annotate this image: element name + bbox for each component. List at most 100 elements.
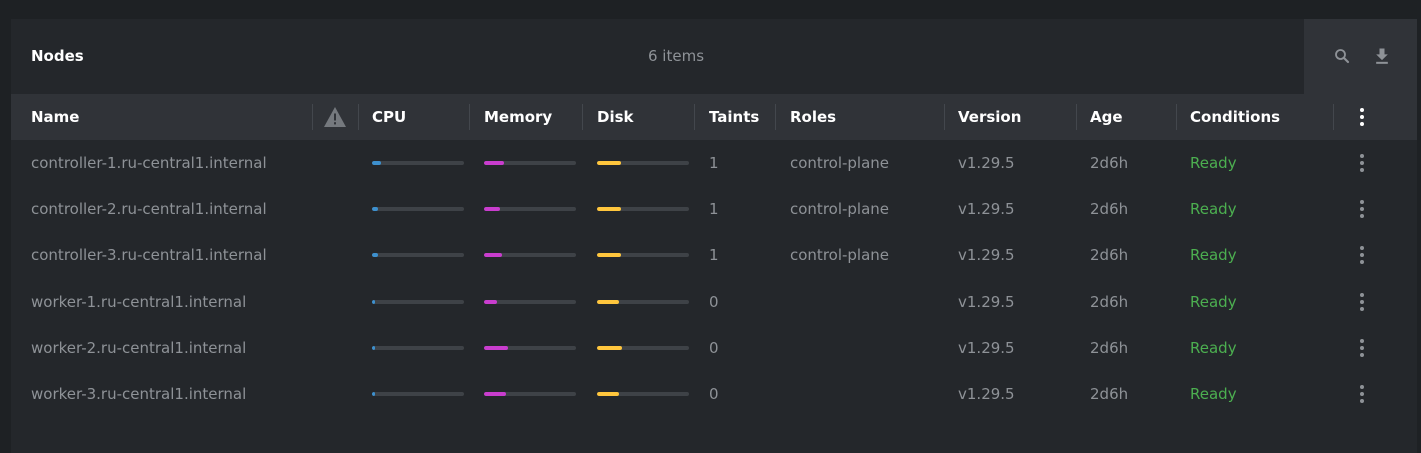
cpu-usage-bar (372, 392, 464, 396)
memory-usage-fill (484, 207, 500, 211)
cpu-usage-fill (372, 300, 375, 304)
condition-status: Ready (1190, 339, 1237, 357)
column-header-warnings[interactable] (323, 94, 347, 140)
column-divider (1076, 104, 1077, 130)
node-age: 2d6h (1090, 293, 1129, 311)
table-row[interactable]: controller-3.ru-central1.internal 1 contro… (11, 232, 1417, 278)
taints-count: 1 (709, 200, 719, 218)
disk-usage-bar (597, 346, 689, 350)
kebab-menu-icon (1360, 246, 1364, 264)
node-version: v1.29.5 (958, 385, 1015, 403)
column-header-disk[interactable]: Disk (597, 94, 634, 140)
table-row[interactable]: controller-1.ru-central1.internal 1 contro… (11, 140, 1417, 186)
column-header-roles[interactable]: Roles (790, 94, 836, 140)
table-row[interactable]: controller-2.ru-central1.internal 1 contro… (11, 186, 1417, 232)
kebab-menu-icon (1360, 385, 1364, 403)
row-menu-button[interactable] (1352, 338, 1372, 358)
download-button[interactable] (1369, 43, 1395, 69)
node-name[interactable]: worker-3.ru-central1.internal (31, 371, 246, 417)
warning-icon (324, 107, 346, 127)
column-divider (1176, 104, 1177, 130)
cpu-usage-fill (372, 161, 382, 165)
memory-usage-fill (484, 161, 505, 165)
node-version: v1.29.5 (958, 339, 1015, 357)
disk-usage-fill (597, 392, 620, 396)
memory-usage-bar (484, 346, 576, 350)
column-header-memory[interactable]: Memory (484, 94, 552, 140)
column-divider (582, 104, 583, 130)
row-menu-button[interactable] (1352, 292, 1372, 312)
node-roles: control-plane (790, 200, 890, 218)
node-age: 2d6h (1090, 154, 1129, 172)
table-row[interactable]: worker-1.ru-central1.internal 0 v1.29.5 2d6… (11, 279, 1417, 325)
node-age: 2d6h (1090, 385, 1129, 403)
condition-status: Ready (1190, 200, 1237, 218)
node-age: 2d6h (1090, 339, 1129, 357)
kebab-menu-icon (1360, 293, 1364, 311)
disk-usage-bar (597, 300, 689, 304)
column-header-conditions[interactable]: Conditions (1190, 94, 1280, 140)
condition-status: Ready (1190, 246, 1237, 264)
column-divider (944, 104, 945, 130)
memory-usage-bar (484, 300, 576, 304)
download-icon (1376, 48, 1388, 64)
taints-count: 0 (709, 293, 719, 311)
cpu-usage-fill (372, 253, 378, 257)
toolbar (1304, 19, 1417, 94)
column-header-version[interactable]: Version (958, 94, 1021, 140)
kebab-menu-icon (1360, 339, 1364, 357)
node-name[interactable]: controller-3.ru-central1.internal (31, 232, 267, 278)
search-button[interactable] (1329, 43, 1355, 69)
column-divider (358, 104, 359, 130)
cpu-usage-fill (372, 207, 379, 211)
node-roles: control-plane (790, 246, 890, 264)
node-name[interactable]: worker-2.ru-central1.internal (31, 325, 246, 371)
condition-status: Ready (1190, 293, 1237, 311)
column-divider (312, 104, 313, 130)
cpu-usage-fill (372, 392, 375, 396)
kebab-menu-icon (1360, 108, 1364, 126)
node-version: v1.29.5 (958, 246, 1015, 264)
taints-count: 0 (709, 385, 719, 403)
condition-status: Ready (1190, 385, 1237, 403)
columns-menu-button[interactable] (1352, 107, 1372, 127)
column-header-cpu[interactable]: CPU (372, 94, 406, 140)
condition-status: Ready (1190, 154, 1237, 172)
node-name[interactable]: worker-1.ru-central1.internal (31, 279, 246, 325)
table-row[interactable]: worker-2.ru-central1.internal 0 v1.29.5 2d6… (11, 325, 1417, 371)
row-menu-button[interactable] (1352, 245, 1372, 265)
taints-count: 1 (709, 246, 719, 264)
memory-usage-bar (484, 253, 576, 257)
column-divider (1333, 104, 1334, 130)
cpu-usage-bar (372, 207, 464, 211)
kebab-menu-icon (1360, 154, 1364, 172)
disk-usage-fill (597, 253, 621, 257)
node-name[interactable]: controller-2.ru-central1.internal (31, 186, 267, 232)
taints-count: 1 (709, 154, 719, 172)
memory-usage-bar (484, 207, 576, 211)
cpu-usage-fill (372, 346, 375, 350)
row-menu-button[interactable] (1352, 384, 1372, 404)
memory-usage-fill (484, 253, 503, 257)
nodes-panel: Nodes 6 items Name CPU Memory Disk Taint… (11, 19, 1417, 453)
items-count: 6 items (648, 47, 705, 65)
cpu-usage-bar (372, 300, 464, 304)
kebab-menu-icon (1360, 200, 1364, 218)
table-row[interactable]: worker-3.ru-central1.internal 0 v1.29.5 2d6… (11, 371, 1417, 417)
node-age: 2d6h (1090, 200, 1129, 218)
taints-count: 0 (709, 339, 719, 357)
column-header-name[interactable]: Name (31, 94, 79, 140)
column-header-age[interactable]: Age (1090, 94, 1123, 140)
memory-usage-bar (484, 161, 576, 165)
disk-usage-bar (597, 207, 689, 211)
row-menu-button[interactable] (1352, 199, 1372, 219)
disk-usage-fill (597, 207, 621, 211)
row-menu-button[interactable] (1352, 153, 1372, 173)
disk-usage-fill (597, 161, 621, 165)
column-divider (775, 104, 776, 130)
cpu-usage-bar (372, 346, 464, 350)
node-age: 2d6h (1090, 246, 1129, 264)
disk-usage-bar (597, 253, 689, 257)
node-name[interactable]: controller-1.ru-central1.internal (31, 140, 267, 186)
column-header-taints[interactable]: Taints (709, 94, 759, 140)
